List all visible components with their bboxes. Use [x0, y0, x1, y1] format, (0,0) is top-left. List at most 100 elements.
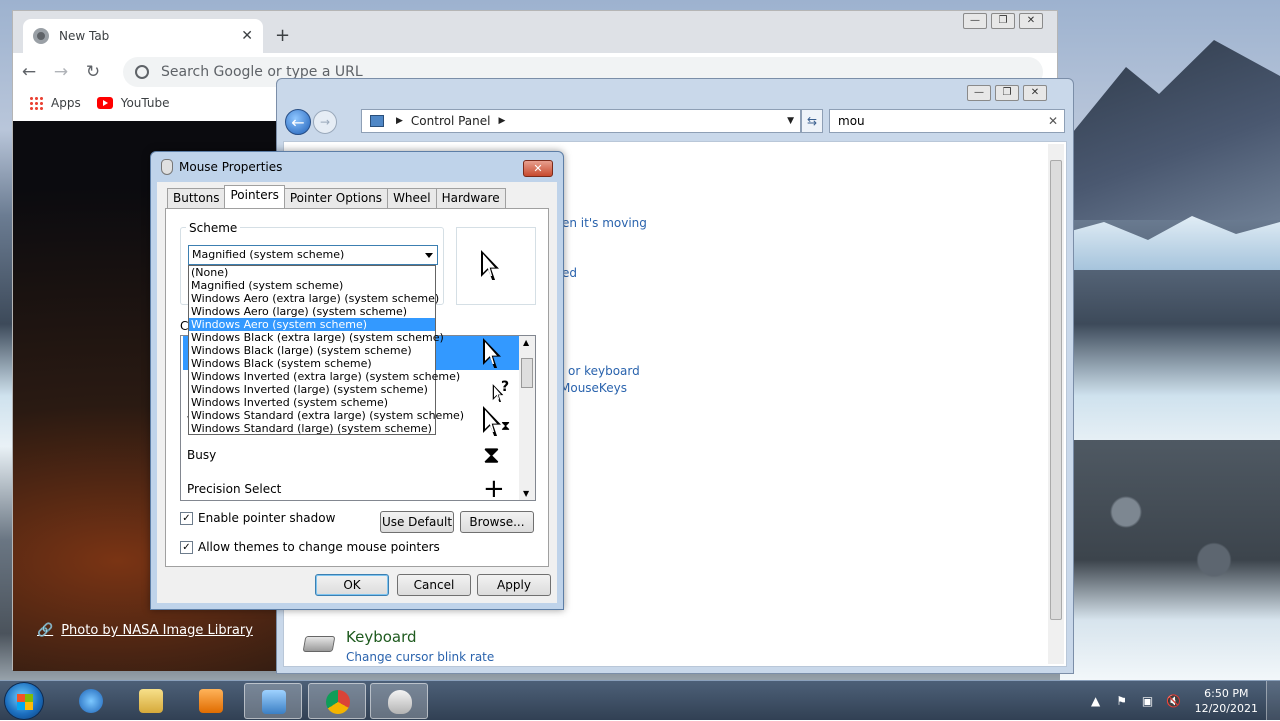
tab-pointer-options[interactable]: Pointer Options	[283, 188, 389, 208]
forward-arrow-icon[interactable]: →	[45, 62, 77, 82]
bookmark-youtube-label: YouTube	[120, 96, 170, 110]
control-panel-taskbar-button[interactable]	[244, 683, 302, 719]
flag-icon[interactable]: ⚑	[1113, 694, 1131, 708]
mouse-taskbar-button[interactable]	[370, 683, 428, 719]
working-in-background-icon	[483, 406, 501, 436]
apply-button[interactable]: Apply	[477, 574, 551, 596]
checkmark-icon: ✓	[180, 540, 193, 554]
clear-search-icon[interactable]: ✕	[1048, 110, 1058, 132]
pointer-row-precision[interactable]: Precision Select +	[183, 472, 519, 500]
bookmark-youtube[interactable]: YouTube	[96, 96, 170, 110]
ok-button[interactable]: OK	[315, 574, 389, 596]
scheme-option[interactable]: (None)	[189, 266, 435, 279]
cancel-button[interactable]: Cancel	[397, 574, 471, 596]
cp-minimize-button[interactable]: —	[967, 85, 991, 101]
cp-close-button[interactable]: ✕	[1023, 85, 1047, 101]
cp-scrollbar[interactable]	[1048, 144, 1064, 664]
cp-link-keyboard[interactable]: or keyboard	[568, 364, 640, 378]
pointer-list-scroll-thumb[interactable]	[521, 358, 533, 388]
scheme-option[interactable]: Windows Inverted (extra large) (system s…	[189, 370, 460, 383]
cp-restore-button[interactable]: ❐	[995, 85, 1019, 101]
network-icon[interactable]: ▣	[1139, 694, 1157, 708]
scheme-combobox[interactable]: Magnified (system scheme)	[188, 245, 438, 265]
ie-taskbar-button[interactable]	[62, 683, 120, 719]
hourglass-icon: ⧗	[483, 441, 500, 469]
browse-button[interactable]: Browse...	[460, 511, 534, 533]
keyboard-subtitle[interactable]: Change cursor blink rate	[346, 650, 494, 664]
photo-credit-text: Photo by NASA Image Library	[61, 623, 253, 638]
media-player-taskbar-button[interactable]	[182, 683, 240, 719]
bookmark-apps[interactable]: Apps	[29, 96, 81, 110]
pointer-list-scrollbar[interactable]: ▲ ▼	[519, 336, 535, 500]
enable-shadow-checkbox[interactable]: ✓ Enable pointer shadow	[180, 511, 335, 525]
address-bar[interactable]: ▶ Control Panel ▶ ▼	[361, 109, 801, 133]
cp-scrollbar-thumb[interactable]	[1050, 160, 1062, 620]
breadcrumb-control-panel[interactable]: Control Panel	[411, 114, 491, 128]
reload-icon[interactable]: ↻	[77, 62, 109, 82]
scheme-option[interactable]: Windows Standard (large) (system scheme)	[189, 422, 435, 435]
volume-muted-icon[interactable]: 🔇	[1165, 694, 1183, 708]
control-panel-icon	[262, 690, 286, 714]
allow-themes-checkbox[interactable]: ✓ Allow themes to change mouse pointers	[180, 540, 440, 554]
breadcrumb-arrow-icon: ▶	[498, 116, 506, 126]
mountain-scenery	[1060, 40, 1280, 220]
address-dropdown-icon[interactable]: ▼	[787, 116, 794, 126]
normal-select-icon	[483, 338, 501, 368]
explorer-taskbar-button[interactable]	[122, 683, 180, 719]
refresh-icon[interactable]: ⇆	[801, 109, 823, 133]
close-window-button[interactable]: ✕	[1019, 13, 1043, 29]
bookmark-apps-label: Apps	[51, 96, 81, 110]
scheme-option[interactable]: Windows Inverted (large) (system scheme)	[189, 383, 435, 396]
start-button[interactable]	[4, 682, 44, 720]
chrome-tab[interactable]: New Tab ✕	[23, 19, 263, 53]
media-player-icon	[199, 689, 223, 713]
mouse-icon	[161, 159, 173, 175]
clock-time: 6:50 PM	[1204, 687, 1249, 700]
dropdown-arrow-icon[interactable]	[425, 253, 433, 258]
tab-buttons[interactable]: Buttons	[167, 188, 226, 208]
scheme-option-highlighted[interactable]: Windows Aero (system scheme)	[189, 318, 435, 331]
clock[interactable]: 6:50 PM 12/20/2021	[1195, 686, 1258, 716]
scroll-up-icon[interactable]: ▲	[523, 338, 529, 347]
chrome-tab-icon	[33, 28, 49, 44]
pointer-row-busy[interactable]: Busy ⧗	[183, 438, 519, 472]
keyboard-title[interactable]: Keyboard	[346, 628, 417, 646]
tab-pointers[interactable]: Pointers	[224, 185, 285, 208]
scheme-option[interactable]: Windows Aero (large) (system scheme)	[189, 305, 435, 318]
cp-link-mousekeys[interactable]: MouseKeys	[560, 381, 627, 395]
youtube-icon	[96, 97, 113, 109]
close-tab-icon[interactable]: ✕	[241, 28, 253, 44]
taskbar: ▲ ⚑ ▣ 🔇 6:50 PM 12/20/2021	[0, 680, 1280, 721]
cp-search-input[interactable]: mou ✕	[829, 109, 1065, 133]
show-desktop-button[interactable]	[1266, 681, 1280, 721]
shore-scenery	[1060, 440, 1280, 680]
scheme-option[interactable]: Windows Black (system scheme)	[189, 357, 435, 370]
minimize-button[interactable]: —	[963, 13, 987, 29]
checkmark-icon: ✓	[180, 511, 193, 525]
back-arrow-icon[interactable]: ←	[13, 62, 45, 82]
scheme-option[interactable]: Windows Black (extra large) (system sche…	[189, 331, 444, 344]
photo-credit-link[interactable]: 🔗 Photo by NASA Image Library	[37, 623, 253, 638]
scheme-option[interactable]: Windows Inverted (system scheme)	[189, 396, 435, 409]
tab-wheel[interactable]: Wheel	[387, 188, 437, 208]
scheme-option[interactable]: Windows Aero (extra large) (system schem…	[189, 292, 439, 305]
chrome-icon	[326, 690, 350, 714]
cp-link-2[interactable]: ed	[562, 266, 577, 280]
tab-hardware[interactable]: Hardware	[435, 188, 506, 208]
scroll-down-icon[interactable]: ▼	[523, 489, 529, 498]
use-default-button[interactable]: Use Default	[380, 511, 454, 533]
scheme-option[interactable]: Magnified (system scheme)	[189, 279, 435, 292]
cp-search-value: mou	[838, 114, 865, 128]
scheme-option[interactable]: Windows Standard (extra large) (system s…	[189, 409, 464, 422]
dialog-close-button[interactable]: ✕	[523, 160, 553, 177]
show-hidden-icons-icon[interactable]: ▲	[1087, 694, 1105, 708]
scheme-label: Scheme	[186, 221, 241, 235]
chrome-taskbar-button[interactable]	[308, 683, 366, 719]
new-tab-button[interactable]: +	[275, 25, 290, 46]
cp-link-pointer-moving[interactable]: en it's moving	[562, 216, 647, 230]
scheme-option[interactable]: Windows Black (large) (system scheme)	[189, 344, 435, 357]
cp-forward-icon[interactable]: →	[313, 110, 337, 134]
restore-button[interactable]: ❐	[991, 13, 1015, 29]
scheme-selected-value: Magnified (system scheme)	[192, 248, 345, 261]
cp-back-icon[interactable]: ←	[285, 109, 311, 135]
